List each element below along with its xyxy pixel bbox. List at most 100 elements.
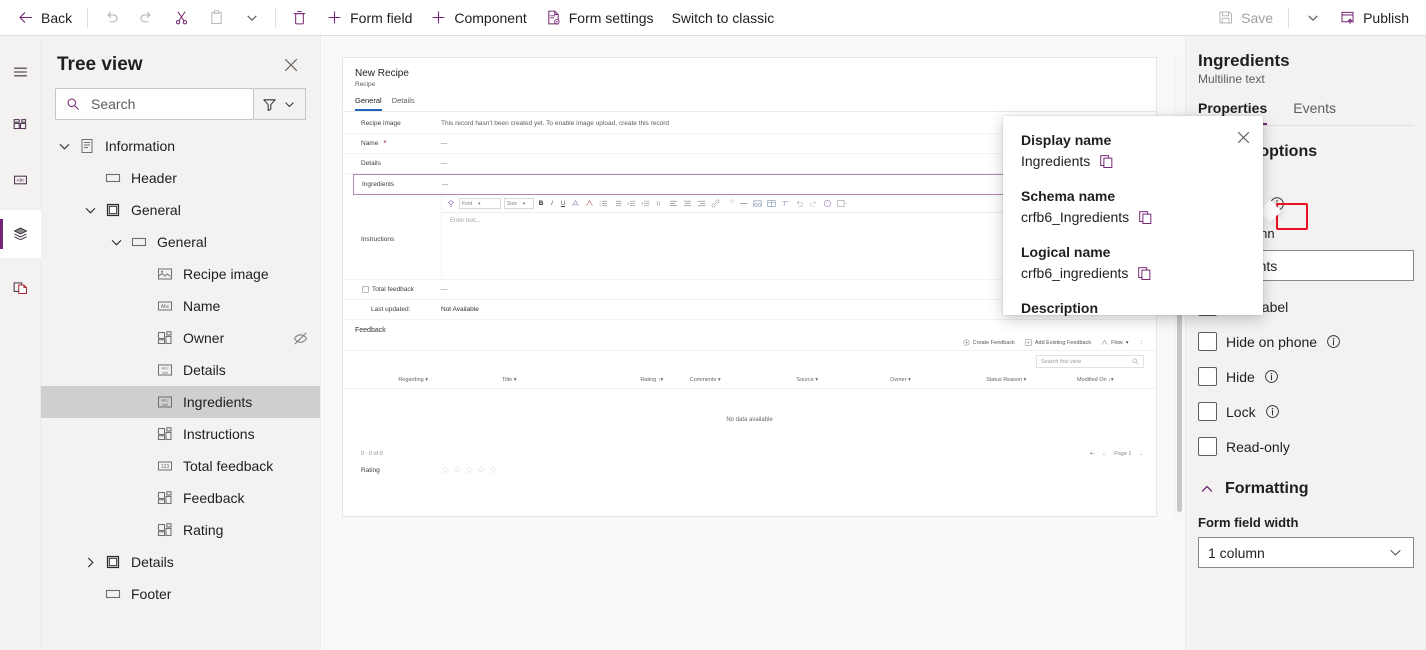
checkbox-row-lock[interactable]: Lock	[1198, 402, 1414, 421]
add-form-field-button[interactable]: Form field	[317, 3, 421, 33]
rte-image-icon[interactable]	[752, 198, 763, 209]
rte-numbered-list-icon[interactable]	[612, 198, 623, 209]
tree-search-box[interactable]	[55, 88, 254, 120]
checkbox-input[interactable]	[1198, 402, 1217, 421]
checkbox-input[interactable]	[1198, 332, 1217, 351]
add-existing-feedback-button[interactable]: Add Existing Feedback	[1025, 339, 1091, 346]
rte-font-select[interactable]: Font ▾	[459, 198, 501, 209]
tree-node-details[interactable]: Abc def Details	[41, 354, 320, 386]
back-button[interactable]: Back	[8, 3, 81, 33]
rte-italic-button[interactable]: I	[548, 198, 556, 209]
column-header-modified-on[interactable]: Modified On ↓▾	[1077, 377, 1156, 383]
rte-blockquote-icon[interactable]	[654, 198, 665, 209]
tab-events[interactable]: Events	[1293, 100, 1336, 125]
close-callout-button[interactable]	[1231, 125, 1255, 149]
tree-search-input[interactable]	[89, 95, 245, 113]
chevron-down-icon[interactable]	[79, 204, 101, 217]
rte-unlink-icon[interactable]	[724, 198, 735, 209]
tree-node-information[interactable]: Information	[41, 130, 320, 162]
sidebar-item-components[interactable]	[0, 102, 41, 150]
save-button[interactable]: Save	[1208, 3, 1282, 33]
publish-button[interactable]: Publish	[1330, 3, 1418, 33]
chevron-right-icon[interactable]	[79, 556, 101, 569]
column-header-rating[interactable]: Rating ↑▾	[640, 377, 689, 383]
form-settings-button[interactable]: Form settings	[536, 3, 663, 33]
checkbox-row-hide[interactable]: Hide	[1198, 367, 1414, 386]
paste-button[interactable]	[199, 3, 234, 33]
rte-link-icon[interactable]	[710, 198, 721, 209]
save-options-button[interactable]	[1295, 3, 1330, 33]
tree-node-instructions[interactable]: Instructions	[41, 418, 320, 450]
info-icon[interactable]	[1264, 369, 1279, 384]
hamburger-menu-button[interactable]	[0, 48, 41, 96]
checkbox-input[interactable]	[1198, 367, 1217, 386]
canvas-scrollbar-thumb[interactable]	[1177, 297, 1182, 512]
info-icon[interactable]	[1265, 404, 1280, 419]
sidebar-item-related[interactable]	[0, 264, 41, 312]
tree-node-header[interactable]: Header	[41, 162, 320, 194]
rte-remove-format-icon[interactable]	[780, 198, 791, 209]
delete-button[interactable]	[282, 3, 317, 33]
tree-node-footer[interactable]: Footer	[41, 578, 320, 610]
formatting-section-toggle[interactable]: Formatting	[1198, 480, 1414, 498]
form-field-width-select[interactable]: 1 column	[1198, 537, 1414, 568]
rte-table-icon[interactable]	[766, 198, 777, 209]
cut-button[interactable]	[164, 3, 199, 33]
tree-filter-button[interactable]	[254, 88, 306, 120]
rte-decrease-indent-icon[interactable]	[626, 198, 637, 209]
rte-redo-icon[interactable]	[808, 198, 819, 209]
sidebar-item-table-columns[interactable]: Abc	[0, 156, 41, 204]
column-header-title[interactable]: Title ▾	[502, 377, 640, 383]
chevron-down-icon[interactable]	[53, 140, 75, 153]
preview-tab-general[interactable]: General	[355, 96, 382, 111]
rte-highlight-color-icon[interactable]	[584, 198, 595, 209]
star-icon[interactable]: ☆	[441, 465, 450, 476]
tree-node-owner[interactable]: Owner	[41, 322, 320, 354]
preview-row-rating[interactable]: Rating ☆ ☆ ☆ ☆ ☆	[343, 457, 1156, 483]
rte-emoji-icon[interactable]	[822, 198, 833, 209]
tree-node-general[interactable]: General	[41, 226, 320, 258]
tree-node-rating[interactable]: Rating	[41, 514, 320, 546]
copy-icon[interactable]	[1138, 210, 1153, 225]
star-icon[interactable]: ☆	[477, 465, 486, 476]
star-icon[interactable]: ☆	[453, 465, 462, 476]
preview-tab-details[interactable]: Details	[392, 96, 415, 111]
rte-bold-button[interactable]: B	[537, 198, 545, 209]
sidebar-item-tree-view[interactable]	[0, 210, 41, 258]
rte-font-color-icon[interactable]	[570, 198, 581, 209]
star-icon[interactable]: ☆	[489, 465, 498, 476]
rte-undo-icon[interactable]	[794, 198, 805, 209]
paste-options-button[interactable]	[234, 3, 269, 33]
column-header-source[interactable]: Source ▾	[796, 377, 890, 383]
subgrid-search-box[interactable]: Search this view	[1036, 355, 1144, 368]
rte-align-center-icon[interactable]	[682, 198, 693, 209]
create-feedback-button[interactable]: Create Feedback	[963, 339, 1015, 346]
rte-bullet-list-icon[interactable]	[598, 198, 609, 209]
info-icon[interactable]	[1326, 334, 1341, 349]
tree-node-general[interactable]: General	[41, 194, 320, 226]
column-header-owner[interactable]: Owner ▾	[890, 377, 986, 383]
redo-button[interactable]	[129, 3, 164, 33]
rte-more-icon[interactable]	[836, 198, 848, 209]
overflow-menu-icon[interactable]: ⋮	[1139, 340, 1145, 346]
column-header-comments[interactable]: Comments ▾	[690, 377, 797, 383]
tree-node-details[interactable]: Details	[41, 546, 320, 578]
tree-node-name[interactable]: Abc Name	[41, 290, 320, 322]
switch-to-classic-button[interactable]: Switch to classic	[663, 3, 784, 33]
chevron-down-icon[interactable]	[105, 236, 127, 249]
rte-align-left-icon[interactable]	[668, 198, 679, 209]
tree-node-recipe-image[interactable]: Recipe image	[41, 258, 320, 290]
rte-increase-indent-icon[interactable]	[640, 198, 651, 209]
copy-icon[interactable]	[1099, 154, 1114, 169]
rte-align-right-icon[interactable]	[696, 198, 707, 209]
checkbox-row-hide-on-phone[interactable]: Hide on phone	[1198, 332, 1414, 351]
copy-icon[interactable]	[1137, 266, 1152, 281]
rte-underline-button[interactable]: U	[559, 198, 567, 209]
tree-node-feedback[interactable]: Feedback	[41, 482, 320, 514]
format-painter-icon[interactable]	[446, 198, 456, 209]
star-icon[interactable]: ☆	[465, 465, 474, 476]
tree-node-total-feedback[interactable]: 123 Total feedback	[41, 450, 320, 482]
checkbox-input[interactable]	[1198, 437, 1217, 456]
checkbox-row-read-only[interactable]: Read-only	[1198, 437, 1414, 456]
rte-size-select[interactable]: Size ▾	[504, 198, 534, 209]
